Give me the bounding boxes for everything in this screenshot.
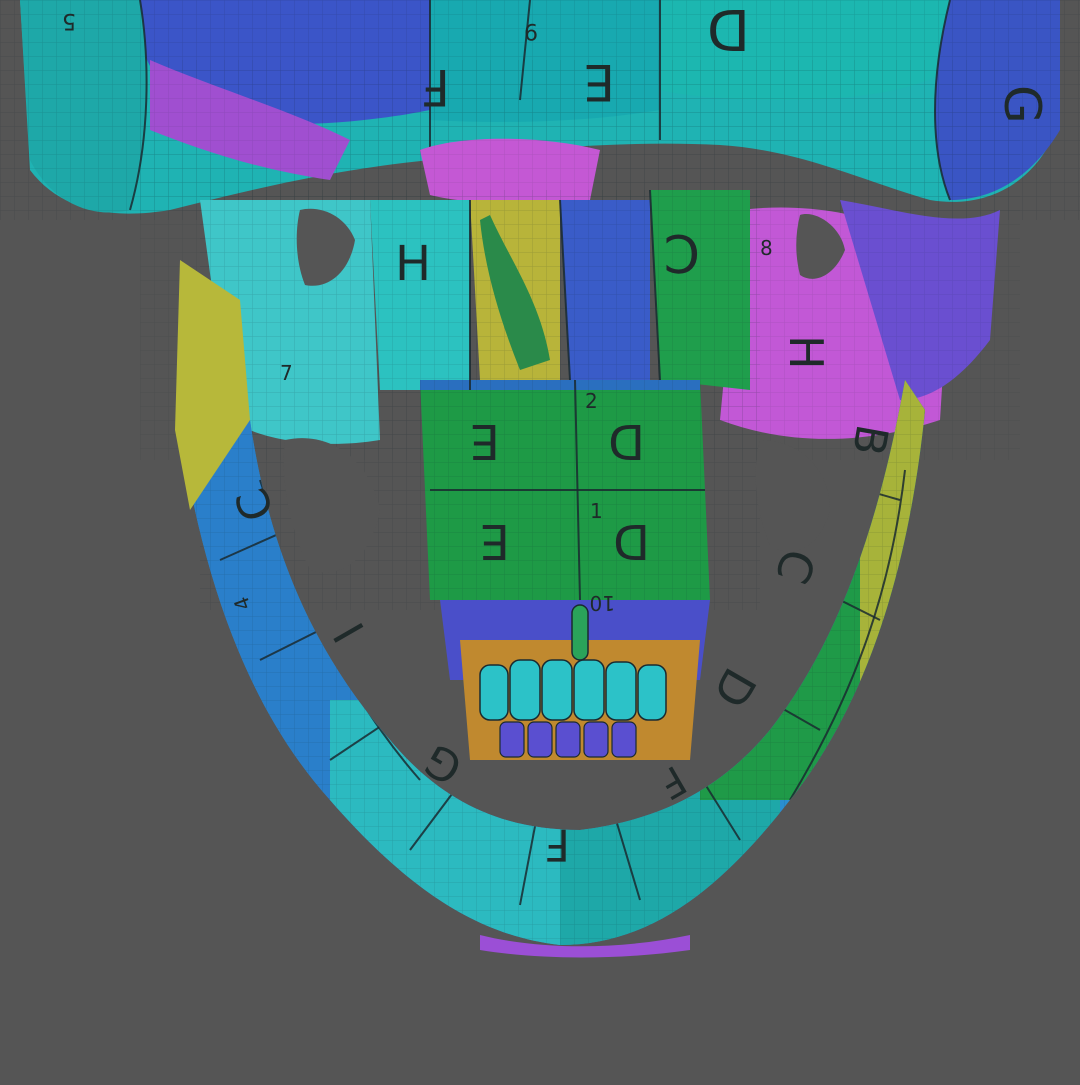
uv-label: F — [545, 819, 570, 870]
uv-label: 8 — [760, 236, 773, 260]
uv-label: D — [608, 413, 645, 469]
uv-label: E — [480, 513, 510, 569]
uv-label: E — [470, 413, 500, 469]
uv-label: 5 — [62, 8, 76, 33]
skull-uv-render: D E F H C D E D E H B C D F F G I C G 9 … — [0, 0, 1080, 958]
uv-label: H — [395, 236, 431, 292]
uv-label: F — [651, 756, 694, 807]
uv-label: H — [779, 335, 833, 370]
teeth-row — [440, 600, 710, 760]
uv-label: D — [613, 513, 650, 569]
uv-label: C — [765, 542, 827, 591]
uv-label: 10 — [590, 591, 615, 615]
uv-label: C — [664, 222, 700, 282]
uv-label: E — [583, 53, 615, 111]
uv-label: I — [324, 614, 375, 651]
uv-label: D — [702, 659, 766, 717]
uv-label: G — [993, 85, 1051, 124]
uv-label: F — [421, 58, 450, 116]
uv-label: D — [707, 0, 750, 61]
uv-label: 1 — [590, 499, 603, 523]
uv-label: 9 — [524, 18, 538, 43]
render-viewport: D E F H C D E D E H B C D F F G I C G 9 … — [0, 0, 1080, 1080]
uv-label: 7 — [280, 361, 293, 385]
uv-label: 2 — [585, 389, 598, 413]
